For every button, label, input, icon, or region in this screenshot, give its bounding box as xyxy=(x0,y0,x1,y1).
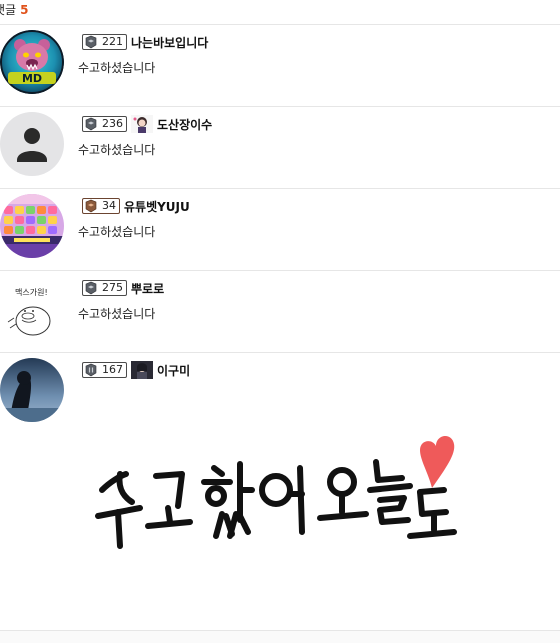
comment-meta: 167 이구미 xyxy=(82,361,190,379)
nickname[interactable]: 도산장이수 xyxy=(157,116,212,133)
footer-area xyxy=(0,631,560,643)
comment-text: 수고하셨습니다 xyxy=(78,61,156,75)
bear-logo-avatar[interactable]: MD xyxy=(0,30,64,94)
comment-header-label: 댓글 xyxy=(0,3,17,17)
comment-meta: 34 유튜벳YUJU xyxy=(82,197,190,215)
character-mini-icon xyxy=(131,361,153,379)
level-number: 236 xyxy=(102,117,123,130)
level-number: 221 xyxy=(102,35,123,48)
comment-item: 34 유튜벳YUJU 수고하셨습니다 xyxy=(0,189,560,271)
silver-rank-icon xyxy=(85,117,97,131)
comment-item: MD 221 나는바보입니다 수고하셨습니다 xyxy=(0,25,560,107)
duck-cartoon-avatar[interactable]: 맥스가원! xyxy=(0,276,64,340)
character-mini-icon xyxy=(131,115,153,133)
comment-count: 5 xyxy=(20,3,29,17)
comment-meta: 236 도산장이수 xyxy=(82,115,212,133)
slot-game-avatar[interactable] xyxy=(0,194,64,258)
level-badge: 34 xyxy=(82,198,120,214)
level-badge: 221 xyxy=(82,34,127,50)
level-badge: 236 xyxy=(82,116,127,132)
level-number: 275 xyxy=(102,281,123,294)
comment-header: 댓글5 xyxy=(0,0,560,25)
comment-meta: 221 나는바보입니다 xyxy=(82,33,208,51)
silver-rank-icon xyxy=(85,363,97,377)
nickname[interactable]: 유튜벳YUJU xyxy=(124,198,190,215)
comment-item: 236 도산장이수 수고하셨습니다 xyxy=(0,107,560,189)
comment-text: 수고하셨습니다 xyxy=(78,307,156,321)
avatar-caption: 맥스가원! xyxy=(15,287,48,297)
heart-icon xyxy=(420,435,455,488)
comment-text: 수고하셨습니다 xyxy=(78,143,156,157)
level-badge: 275 xyxy=(82,280,127,296)
level-badge: 167 xyxy=(82,362,127,378)
level-number: 167 xyxy=(102,363,123,376)
photo-avatar[interactable] xyxy=(0,358,64,422)
silver-rank-icon xyxy=(85,281,97,295)
comment-text: 수고하셨습니다 xyxy=(78,225,156,239)
nickname[interactable]: 뿌로로 xyxy=(131,280,164,297)
svg-text:MD: MD xyxy=(22,72,42,85)
default-person-avatar[interactable] xyxy=(0,112,64,176)
handwritten-sticker xyxy=(0,424,560,630)
nickname[interactable]: 이구미 xyxy=(157,362,190,379)
nickname[interactable]: 나는바보입니다 xyxy=(131,34,208,51)
bronze-rank-icon xyxy=(85,199,97,213)
level-number: 34 xyxy=(102,199,116,212)
comment-item: 맥스가원! 275 뿌로로 수고하셨습니다 xyxy=(0,271,560,353)
comment-meta: 275 뿌로로 xyxy=(82,279,164,297)
silver-rank-icon xyxy=(85,35,97,49)
